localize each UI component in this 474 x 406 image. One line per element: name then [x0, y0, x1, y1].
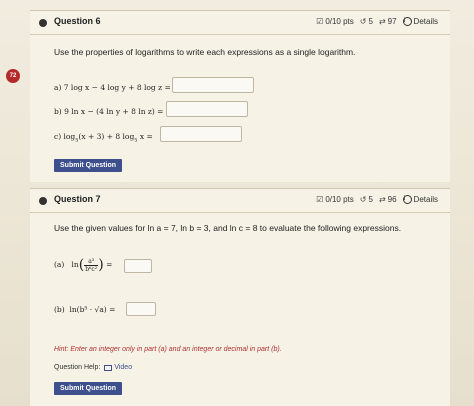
question-6-title: Question 6: [54, 16, 101, 26]
submit-question-button[interactable]: Submit Question: [54, 382, 122, 395]
question-7-header: Question 7 ☑ 0/10 pts ↺ 5 ⇄ 96 i Details: [30, 189, 450, 213]
part-a-answer-input[interactable]: [124, 259, 152, 273]
question-status-dot: [39, 197, 47, 205]
attempts: ⇄ 96: [378, 195, 397, 204]
info-icon: i: [402, 195, 412, 204]
repeat-icon: ⇄: [378, 195, 386, 204]
pencil-square-icon: ☑: [316, 17, 324, 26]
pencil-square-icon: ☑: [316, 195, 324, 204]
details-link[interactable]: i Details: [402, 195, 438, 204]
attempts: ⇄ 97: [378, 17, 397, 26]
points: ☑ 0/10 pts: [316, 17, 354, 26]
question-status-dot: [39, 19, 47, 27]
part-c-label: c) log5(x + 3) + 8 log5 x =: [54, 132, 153, 144]
part-b-label: b) 9 ln x − (4 ln y + 8 ln z) =: [54, 107, 164, 116]
video-link[interactable]: Video: [104, 364, 132, 371]
part-a-expression: (a) ln(a³ b⁶c²) =: [54, 257, 113, 273]
repeat-icon: ⇄: [378, 17, 386, 26]
retry-icon: ↺: [359, 17, 367, 26]
question-help: Question Help: Video: [54, 364, 133, 371]
part-a-answer-input[interactable]: [172, 77, 254, 93]
info-icon: i: [402, 17, 412, 26]
question-7-title: Question 7: [54, 194, 101, 204]
part-b-answer-input[interactable]: [166, 101, 248, 117]
retry-icon: ↺: [359, 195, 367, 204]
part-b-expression: (b) ln(b⁵ · √a) =: [54, 305, 116, 314]
notification-badge: 72: [6, 69, 20, 83]
hint-text: Hint: Enter an integer only in part (a) …: [54, 346, 282, 353]
question-6-prompt: Use the properties of logarithms to writ…: [54, 47, 356, 57]
question-7-card: Question 7 ☑ 0/10 pts ↺ 5 ⇄ 96 i Details Use…: [30, 188, 450, 406]
question-7-prompt: Use the given values for ln a = 7, ln b …: [54, 223, 402, 233]
submit-question-button[interactable]: Submit Question: [54, 159, 122, 172]
part-a-label: a) 7 log x − 4 log y + 8 log z =: [54, 83, 171, 92]
retries: ↺ 5: [359, 195, 373, 204]
question-6-card: Question 6 ☑ 0/10 pts ↺ 5 ⇄ 97 i Details Use…: [30, 10, 450, 182]
question-6-meta: ☑ 0/10 pts ↺ 5 ⇄ 97 i Details: [316, 17, 438, 26]
points: ☑ 0/10 pts: [316, 195, 354, 204]
question-6-header: Question 6 ☑ 0/10 pts ↺ 5 ⇄ 97 i Details: [30, 11, 450, 35]
part-b-answer-input[interactable]: [126, 302, 156, 316]
details-link[interactable]: i Details: [402, 17, 438, 26]
fraction: a³ b⁶c²: [84, 257, 99, 273]
retries: ↺ 5: [359, 17, 373, 26]
part-c-answer-input[interactable]: [160, 126, 242, 142]
video-icon: [104, 364, 113, 371]
question-7-meta: ☑ 0/10 pts ↺ 5 ⇄ 96 i Details: [316, 195, 438, 204]
